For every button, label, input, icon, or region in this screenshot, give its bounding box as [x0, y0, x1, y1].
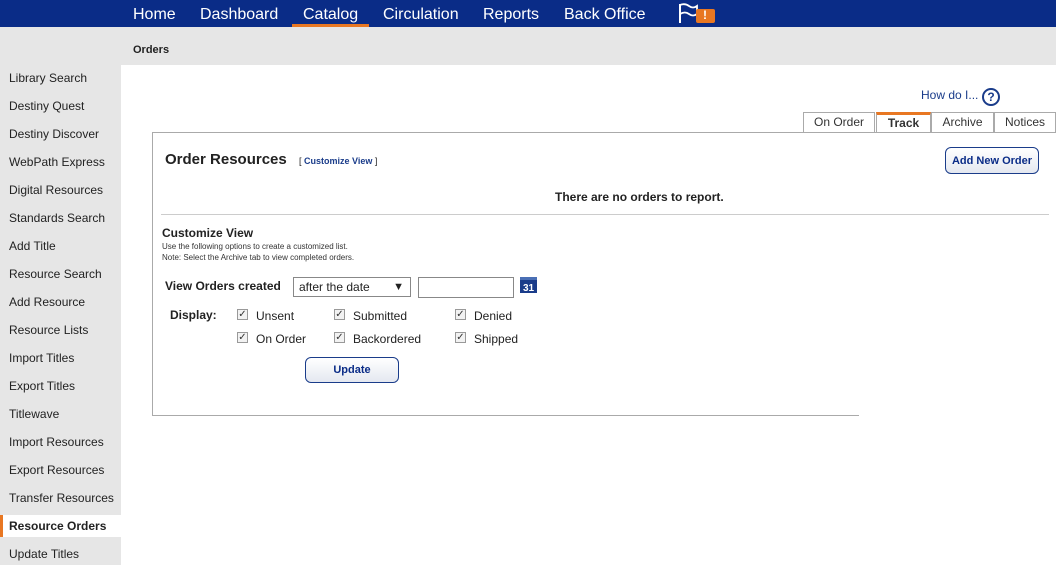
sidebar-item-resource-lists[interactable]: Resource Lists: [0, 319, 121, 341]
checkbox-backordered[interactable]: ✓: [334, 332, 345, 343]
sidebar-item-destiny-quest[interactable]: Destiny Quest: [0, 95, 121, 117]
checkbox-submitted[interactable]: ✓: [334, 309, 345, 320]
sidebar-item-webpath-express[interactable]: WebPath Express: [0, 151, 121, 173]
nav-circulation[interactable]: Circulation: [383, 0, 459, 27]
sidebar-item-destiny-discover[interactable]: Destiny Discover: [0, 123, 121, 145]
breadcrumb-bar: Orders: [0, 27, 1056, 65]
checkbox-label-submitted: Submitted: [353, 309, 408, 323]
dropdown-arrow-icon: ▼: [393, 281, 404, 293]
breadcrumb: Orders: [133, 44, 170, 56]
sidebar-item-update-titles[interactable]: Update Titles: [0, 543, 121, 565]
view-orders-created-label: View Orders created: [165, 279, 281, 293]
divider: [161, 214, 1049, 215]
bracket-close: ]: [374, 156, 378, 166]
customize-view-link[interactable]: Customize View: [304, 156, 372, 166]
alerts-flag-icon[interactable]: !: [678, 3, 718, 25]
nav-dashboard[interactable]: Dashboard: [200, 0, 278, 27]
checkbox-label-on-order: On Order: [256, 332, 307, 346]
sidebar-item-standards-search[interactable]: Standards Search: [0, 207, 121, 229]
top-nav-bar: Home Dashboard Catalog Circulation Repor…: [0, 0, 1056, 27]
customize-note-2: Note: Select the Archive tab to view com…: [162, 253, 355, 262]
sidebar-item-export-resources[interactable]: Export Resources: [0, 459, 121, 481]
help-icon[interactable]: ?: [982, 88, 1000, 106]
nav-home[interactable]: Home: [133, 0, 176, 27]
date-mode-select[interactable]: after the date ▼: [293, 277, 411, 297]
checkbox-label-denied: Denied: [474, 309, 513, 323]
customize-view-link-wrapper: [ Customize View ]: [299, 156, 377, 166]
sidebar-item-add-resource[interactable]: Add Resource: [0, 291, 121, 313]
calendar-icon[interactable]: 31: [520, 277, 537, 294]
date-input[interactable]: [418, 277, 514, 298]
sidebar-item-library-search[interactable]: Library Search: [0, 67, 121, 89]
empty-state-message: There are no orders to report.: [555, 190, 724, 204]
tab-on-order[interactable]: On Order: [803, 112, 875, 132]
checkbox-label-backordered: Backordered: [353, 332, 422, 346]
sidebar-item-transfer-resources[interactable]: Transfer Resources: [0, 487, 121, 509]
sidebar-item-add-title[interactable]: Add Title: [0, 235, 121, 257]
sidebar-item-export-titles[interactable]: Export Titles: [0, 375, 121, 397]
sidebar: Library Search Destiny Quest Destiny Dis…: [0, 65, 121, 565]
sidebar-item-import-resources[interactable]: Import Resources: [0, 431, 121, 453]
nav-reports[interactable]: Reports: [483, 0, 539, 27]
sidebar-item-titlewave[interactable]: Titlewave: [0, 403, 121, 425]
bracket-open: [: [299, 156, 302, 166]
sidebar-item-digital-resources[interactable]: Digital Resources: [0, 179, 121, 201]
add-new-order-button[interactable]: Add New Order: [945, 147, 1039, 174]
nav-catalog[interactable]: Catalog: [292, 0, 370, 27]
checkbox-shipped[interactable]: ✓: [455, 332, 466, 343]
customize-view-heading: Customize View: [162, 226, 254, 240]
checkbox-denied[interactable]: ✓: [455, 309, 466, 320]
tab-notices[interactable]: Notices: [994, 112, 1056, 132]
tab-track[interactable]: Track: [876, 112, 931, 132]
customize-note-1: Use the following options to create a cu…: [162, 242, 348, 251]
checkbox-label-shipped: Shipped: [474, 332, 519, 346]
alert-badge: !: [703, 8, 707, 22]
display-label: Display:: [170, 308, 217, 322]
sidebar-item-resource-orders[interactable]: Resource Orders: [0, 515, 121, 537]
how-do-i-link[interactable]: How do I...: [921, 88, 978, 102]
tab-archive[interactable]: Archive: [931, 112, 994, 132]
update-button[interactable]: Update: [305, 357, 399, 383]
page-title: Order Resources: [165, 151, 287, 168]
panel-edge: [859, 415, 1056, 417]
sidebar-item-import-titles[interactable]: Import Titles: [0, 347, 121, 369]
sidebar-item-resource-search[interactable]: Resource Search: [0, 263, 121, 285]
checkbox-label-unsent: Unsent: [256, 309, 295, 323]
checkbox-on-order[interactable]: ✓: [237, 332, 248, 343]
date-mode-value: after the date: [299, 280, 370, 294]
nav-back-office[interactable]: Back Office: [564, 0, 646, 27]
checkbox-unsent[interactable]: ✓: [237, 309, 248, 320]
order-resources-panel: [152, 132, 1056, 416]
